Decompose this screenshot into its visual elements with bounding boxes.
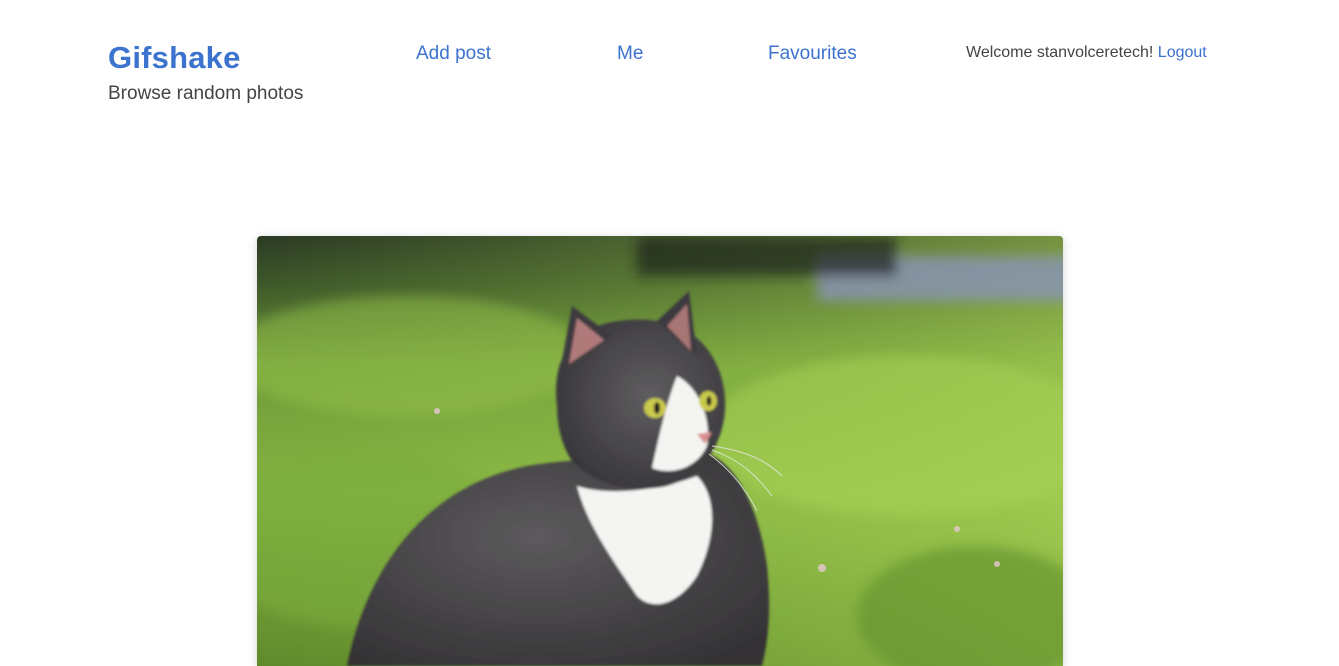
user-area: Welcome stanvolceretech! Logout [966, 44, 1207, 62]
site-tagline: Browse random photos [108, 83, 304, 104]
welcome-text: Welcome stanvolceretech! [966, 44, 1154, 61]
nav-add-post-link[interactable]: Add post [416, 43, 491, 65]
cat-photo[interactable] [257, 236, 1063, 666]
site-logo-title[interactable]: Gifshake [108, 40, 241, 76]
site-header: Gifshake Browse random photos Add post M… [0, 0, 1339, 140]
photo-card[interactable] [257, 236, 1063, 666]
logout-link[interactable]: Logout [1158, 44, 1207, 61]
nav-me-link[interactable]: Me [617, 43, 643, 65]
nav-favourites-link[interactable]: Favourites [768, 43, 857, 65]
